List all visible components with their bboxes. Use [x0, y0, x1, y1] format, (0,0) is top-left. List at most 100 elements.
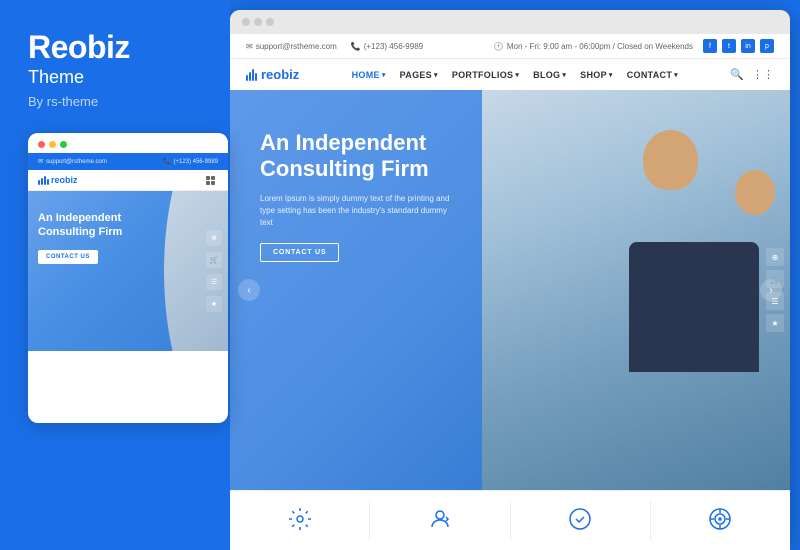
pinterest-icon[interactable]: p [760, 39, 774, 53]
dot-green [60, 141, 67, 148]
dot-yellow [49, 141, 56, 148]
mobile-contact-button[interactable]: CONTACT US [38, 250, 98, 264]
hero-person-area [482, 90, 790, 490]
person-body [629, 242, 759, 372]
mobile-nav-bar: reobiz [28, 170, 228, 191]
feature-1 [230, 501, 370, 540]
chevron-icon: ▾ [674, 71, 678, 79]
browser-dot-2 [254, 18, 262, 26]
logo-bars-icon [246, 69, 257, 81]
left-panel: Reobiz Theme By rs-theme ✉ support@rsthe… [0, 0, 230, 550]
mobile-right-icons: ⊕ 🛒 ☰ ★ [206, 191, 222, 351]
feature-3 [511, 501, 651, 540]
topbar-email: ✉ support@rstheme.com [246, 42, 337, 51]
logo-bar3 [252, 69, 254, 81]
person-head [643, 130, 698, 190]
instagram-icon[interactable]: in [741, 39, 755, 53]
social-icons: f t in p [703, 39, 774, 53]
brand-subtitle: Theme [28, 67, 210, 88]
hero-arrow-left[interactable]: ‹ [238, 279, 260, 301]
feature-check-icon [568, 507, 592, 534]
mobile-window-dots [38, 141, 67, 148]
browser-window: ✉ support@rstheme.com 📞 (+123) 456-9989 … [230, 10, 790, 550]
chevron-icon: ▾ [609, 71, 613, 79]
floating-icon-1: ⊕ [766, 248, 784, 266]
mobile-email: ✉ support@rstheme.com [38, 158, 107, 165]
mobile-right-icon-2: 🛒 [206, 252, 222, 268]
dot-red [38, 141, 45, 148]
hero-floating-icons: ⊕ 🛒 ☰ ★ [766, 110, 784, 470]
mobile-phone: 📞 (+123) 456-9989 [163, 158, 218, 165]
browser-dots [242, 18, 274, 26]
nav-home[interactable]: HOME ▾ [352, 70, 386, 80]
email-icon: ✉ [38, 158, 43, 165]
clock-icon: 🕐 [494, 42, 504, 51]
email-icon: ✉ [246, 42, 253, 51]
phone-icon: 📞 [163, 158, 170, 165]
mobile-right-icon-3: ☰ [206, 274, 222, 290]
chevron-icon: ▾ [562, 71, 566, 79]
nav-portfolios[interactable]: PORTFOLIOS ▾ [452, 70, 519, 80]
mobile-topbar [28, 133, 228, 153]
browser-content: ✉ support@rstheme.com 📞 (+123) 456-9989 … [230, 34, 790, 550]
bar3 [44, 176, 46, 185]
hero-person-silhouette [482, 90, 790, 490]
topbar-phone: 📞 (+123) 456-9989 [351, 42, 423, 51]
mobile-hero-title: An Independent Consulting Firm [38, 211, 178, 240]
mobile-logo: reobiz [38, 175, 78, 185]
mobile-logo-icon [38, 176, 49, 185]
search-icon[interactable]: 🔍 [730, 68, 744, 81]
floating-icon-3: ☰ [766, 292, 784, 310]
chevron-icon: ▾ [434, 71, 438, 79]
grid-dot [211, 176, 215, 180]
feature-person-icon [428, 507, 452, 534]
chevron-icon: ▾ [515, 71, 519, 79]
feature-strip [230, 490, 790, 550]
nav-pages[interactable]: PAGES ▾ [400, 70, 438, 80]
mobile-right-icon-4: ★ [206, 296, 222, 312]
hero-description: Lorem Ipsum is simply dummy text of the … [260, 193, 460, 229]
topbar-right: 🕐 Mon - Fri: 9:00 am - 06:00pm / Closed … [494, 39, 774, 53]
nav-links: HOME ▾ PAGES ▾ PORTFOLIOS ▾ BLOG ▾ SHOP … [352, 70, 678, 80]
nav-contact[interactable]: CONTACT ▾ [627, 70, 678, 80]
feature-gear-icon [288, 507, 312, 534]
site-topbar: ✉ support@rstheme.com 📞 (+123) 456-9989 … [230, 34, 790, 59]
feature-target-icon [708, 507, 732, 534]
browser-dot-1 [242, 18, 250, 26]
bar2 [41, 178, 43, 185]
floating-icon-2: 🛒 [766, 270, 784, 288]
feature-2 [370, 501, 510, 540]
grid-dot [211, 181, 215, 185]
topbar-left: ✉ support@rstheme.com 📞 (+123) 456-9989 [246, 42, 423, 51]
logo-bar2 [249, 72, 251, 81]
hero-contact-button[interactable]: CONTACT US [260, 243, 339, 262]
site-logo: reobiz [246, 67, 299, 82]
browser-chrome [230, 10, 790, 34]
mobile-hero-content: An Independent Consulting Firm CONTACT U… [38, 211, 178, 264]
hero-title: An Independent Consulting Firm [260, 130, 500, 183]
floating-icon-4: ★ [766, 314, 784, 332]
phone-icon: 📞 [351, 42, 361, 51]
mobile-header-bar: ✉ support@rstheme.com 📞 (+123) 456-9989 [28, 153, 228, 170]
site-nav: reobiz HOME ▾ PAGES ▾ PORTFOLIOS ▾ BLOG … [230, 59, 790, 90]
grid-dot [206, 181, 210, 185]
logo-bar4 [255, 73, 257, 81]
browser-dot-3 [266, 18, 274, 26]
hero-content: An Independent Consulting Firm Lorem Ips… [260, 130, 500, 262]
grid-dot [206, 176, 210, 180]
brand-by: By rs-theme [28, 94, 210, 109]
bar4 [47, 179, 49, 185]
brand-title: Reobiz [28, 30, 210, 65]
nav-blog[interactable]: BLOG ▾ [533, 70, 566, 80]
grid-icon[interactable]: ⋮⋮ [752, 68, 774, 81]
bar1 [38, 180, 40, 185]
mobile-hero: An Independent Consulting Firm CONTACT U… [28, 191, 228, 351]
nav-shop[interactable]: SHOP ▾ [580, 70, 613, 80]
facebook-icon[interactable]: f [703, 39, 717, 53]
logo-bar1 [246, 75, 248, 81]
feature-4 [651, 501, 790, 540]
mobile-nav-grid-icon [206, 176, 218, 185]
twitter-icon[interactable]: t [722, 39, 736, 53]
mobile-preview: ✉ support@rstheme.com 📞 (+123) 456-9989 … [28, 133, 228, 423]
nav-actions: 🔍 ⋮⋮ [730, 68, 774, 81]
